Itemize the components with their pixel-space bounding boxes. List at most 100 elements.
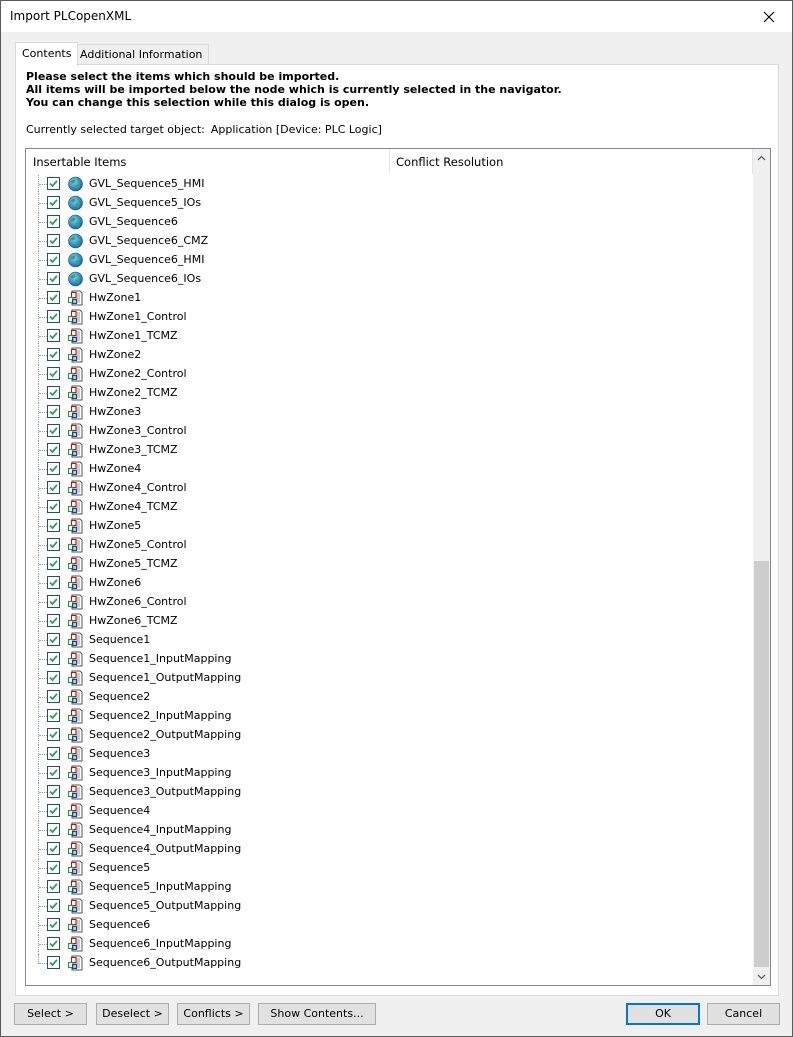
item-checkbox[interactable] xyxy=(47,823,60,836)
item-checkbox[interactable] xyxy=(47,766,60,779)
list-item[interactable]: Sequence3_OutputMapping xyxy=(26,783,753,802)
item-checkbox[interactable] xyxy=(47,177,60,190)
list-item[interactable]: Sequence5 xyxy=(26,859,753,878)
tab-additional-information[interactable]: Additional Information xyxy=(73,44,210,65)
list-item[interactable]: Sequence2 xyxy=(26,688,753,707)
item-checkbox[interactable] xyxy=(47,215,60,228)
column-header-insertable-items[interactable]: Insertable Items xyxy=(33,155,126,169)
scroll-down-button[interactable] xyxy=(753,968,770,985)
item-checkbox[interactable] xyxy=(47,652,60,665)
item-checkbox[interactable] xyxy=(47,671,60,684)
list-item[interactable]: HwZone2 xyxy=(26,346,753,365)
list-item[interactable]: HwZone3_TCMZ xyxy=(26,441,753,460)
list-item[interactable]: Sequence5_OutputMapping xyxy=(26,897,753,916)
list-item[interactable]: GVL_Sequence6 xyxy=(26,213,753,232)
item-checkbox[interactable] xyxy=(47,747,60,760)
item-checkbox[interactable] xyxy=(47,367,60,380)
select-button[interactable]: Select > xyxy=(14,1003,87,1025)
scroll-up-button[interactable] xyxy=(753,149,770,166)
list-item[interactable]: HwZone2_TCMZ xyxy=(26,384,753,403)
list-item[interactable]: GVL_Sequence5_HMI xyxy=(26,175,753,194)
list-item[interactable]: Sequence5_InputMapping xyxy=(26,878,753,897)
list-item[interactable]: HwZone2_Control xyxy=(26,365,753,384)
item-checkbox[interactable] xyxy=(47,576,60,589)
item-checkbox[interactable] xyxy=(47,880,60,893)
item-checkbox[interactable] xyxy=(47,253,60,266)
vertical-scrollbar[interactable] xyxy=(753,149,770,985)
item-checkbox[interactable] xyxy=(47,196,60,209)
list-item[interactable]: HwZone5_TCMZ xyxy=(26,555,753,574)
close-button[interactable] xyxy=(746,1,792,32)
item-checkbox[interactable] xyxy=(47,899,60,912)
list-item[interactable]: HwZone1 xyxy=(26,289,753,308)
item-checkbox[interactable] xyxy=(47,329,60,342)
list-item[interactable]: Sequence6_OutputMapping xyxy=(26,954,753,973)
list-item[interactable]: GVL_Sequence6_IOs xyxy=(26,270,753,289)
list-item[interactable]: HwZone3 xyxy=(26,403,753,422)
list-item[interactable]: HwZone1_Control xyxy=(26,308,753,327)
insertable-items-list[interactable]: Insertable Items Conflict Resolution GVL… xyxy=(25,148,771,986)
list-item[interactable]: HwZone6_TCMZ xyxy=(26,612,753,631)
list-item[interactable]: Sequence1 xyxy=(26,631,753,650)
column-divider[interactable] xyxy=(389,149,390,174)
deselect-button[interactable]: Deselect > xyxy=(96,1003,169,1025)
item-checkbox[interactable] xyxy=(47,462,60,475)
cancel-button[interactable]: Cancel xyxy=(707,1003,780,1025)
list-item[interactable]: HwZone4 xyxy=(26,460,753,479)
item-checkbox[interactable] xyxy=(47,956,60,969)
item-checkbox[interactable] xyxy=(47,348,60,361)
item-checkbox[interactable] xyxy=(47,386,60,399)
list-item[interactable]: HwZone5_Control xyxy=(26,536,753,555)
ok-button[interactable]: OK xyxy=(626,1003,700,1025)
conflicts-button[interactable]: Conflicts > xyxy=(177,1003,250,1025)
list-item[interactable]: HwZone4_TCMZ xyxy=(26,498,753,517)
item-checkbox[interactable] xyxy=(47,728,60,741)
list-item[interactable]: GVL_Sequence6_HMI xyxy=(26,251,753,270)
tab-contents[interactable]: Contents xyxy=(15,42,79,66)
column-header-conflict-resolution[interactable]: Conflict Resolution xyxy=(396,155,503,169)
item-checkbox[interactable] xyxy=(47,709,60,722)
item-checkbox[interactable] xyxy=(47,234,60,247)
item-checkbox[interactable] xyxy=(47,937,60,950)
list-item[interactable]: Sequence4_OutputMapping xyxy=(26,840,753,859)
item-checkbox[interactable] xyxy=(47,614,60,627)
list-item[interactable]: HwZone3_Control xyxy=(26,422,753,441)
list-item[interactable]: HwZone6 xyxy=(26,574,753,593)
item-checkbox[interactable] xyxy=(47,519,60,532)
item-checkbox[interactable] xyxy=(47,500,60,513)
list-item[interactable]: HwZone4_Control xyxy=(26,479,753,498)
list-item[interactable]: HwZone1_TCMZ xyxy=(26,327,753,346)
list-item[interactable]: Sequence4 xyxy=(26,802,753,821)
item-checkbox[interactable] xyxy=(47,633,60,646)
item-checkbox[interactable] xyxy=(47,595,60,608)
list-item[interactable]: Sequence1_OutputMapping xyxy=(26,669,753,688)
item-checkbox[interactable] xyxy=(47,405,60,418)
item-checkbox[interactable] xyxy=(47,918,60,931)
item-checkbox[interactable] xyxy=(47,443,60,456)
list-item[interactable]: GVL_Sequence6_CMZ xyxy=(26,232,753,251)
item-checkbox[interactable] xyxy=(47,690,60,703)
item-checkbox[interactable] xyxy=(47,291,60,304)
item-checkbox[interactable] xyxy=(47,557,60,570)
list-item[interactable]: Sequence2_OutputMapping xyxy=(26,726,753,745)
list-item[interactable]: Sequence3_InputMapping xyxy=(26,764,753,783)
item-checkbox[interactable] xyxy=(47,272,60,285)
item-checkbox[interactable] xyxy=(47,424,60,437)
item-checkbox[interactable] xyxy=(47,842,60,855)
list-item[interactable]: Sequence1_InputMapping xyxy=(26,650,753,669)
scroll-thumb[interactable] xyxy=(754,561,769,967)
item-checkbox[interactable] xyxy=(47,804,60,817)
item-checkbox[interactable] xyxy=(47,310,60,323)
list-item[interactable]: Sequence6 xyxy=(26,916,753,935)
show-contents-button[interactable]: Show Contents... xyxy=(258,1003,376,1025)
list-item[interactable]: HwZone5 xyxy=(26,517,753,536)
item-checkbox[interactable] xyxy=(47,785,60,798)
list-item[interactable]: Sequence2_InputMapping xyxy=(26,707,753,726)
list-item[interactable]: Sequence6_InputMapping xyxy=(26,935,753,954)
item-checkbox[interactable] xyxy=(47,861,60,874)
list-item[interactable]: Sequence3 xyxy=(26,745,753,764)
list-item[interactable]: Sequence4_InputMapping xyxy=(26,821,753,840)
item-checkbox[interactable] xyxy=(47,538,60,551)
item-checkbox[interactable] xyxy=(47,481,60,494)
list-item[interactable]: HwZone6_Control xyxy=(26,593,753,612)
